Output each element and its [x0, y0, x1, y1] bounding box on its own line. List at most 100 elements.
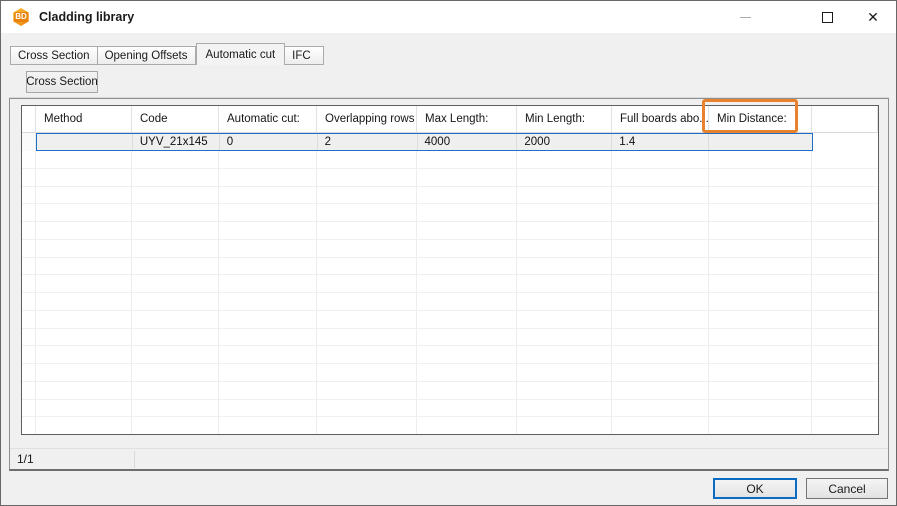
row-indicator[interactable]	[22, 133, 36, 151]
empty-cell	[219, 417, 317, 434]
empty-cell	[36, 204, 132, 221]
ok-button[interactable]: OK	[713, 478, 797, 499]
table-row[interactable]	[22, 275, 878, 293]
table-row[interactable]	[22, 151, 878, 169]
empty-cell	[812, 311, 878, 328]
cell-method[interactable]	[37, 134, 133, 150]
empty-cell	[22, 169, 36, 186]
empty-cell	[317, 382, 417, 399]
empty-cell	[417, 293, 517, 310]
empty-cell	[317, 222, 417, 239]
table-row[interactable]	[22, 382, 878, 400]
cell-full-boards-above[interactable]: 1.4	[612, 134, 709, 150]
selected-row[interactable]: UYV_21x145 0 2 4000 2000 1.4	[36, 133, 813, 151]
empty-cell	[517, 169, 612, 186]
table-row[interactable]	[22, 204, 878, 222]
empty-cell	[317, 346, 417, 363]
tab-ifc[interactable]: IFC	[285, 46, 324, 65]
empty-cell	[709, 311, 812, 328]
empty-cell	[36, 151, 132, 168]
empty-cell	[219, 382, 317, 399]
cell-automatic-cut[interactable]: 0	[220, 134, 318, 150]
empty-cell	[22, 417, 36, 434]
column-header-min-length[interactable]: Min Length:	[517, 106, 612, 133]
cell-code[interactable]: UYV_21x145	[133, 134, 220, 150]
empty-cell	[132, 417, 219, 434]
empty-cell	[812, 222, 878, 239]
empty-cell	[709, 204, 812, 221]
empty-cell	[517, 329, 612, 346]
table-row[interactable]	[22, 346, 878, 364]
table-row[interactable]	[22, 417, 878, 435]
empty-cell	[132, 258, 219, 275]
empty-cell	[317, 311, 417, 328]
table-row[interactable]	[22, 258, 878, 276]
column-header-full-boards-above[interactable]: Full boards abo...	[612, 106, 709, 133]
column-header-min-distance[interactable]: Min Distance:	[709, 106, 812, 133]
empty-cell	[417, 222, 517, 239]
empty-cell	[709, 187, 812, 204]
table-row[interactable]: UYV_21x145 0 2 4000 2000 1.4	[22, 133, 878, 151]
grid-header-row: Method Code Automatic cut: Overlapping r…	[22, 106, 878, 133]
empty-cell	[36, 346, 132, 363]
empty-cell	[517, 222, 612, 239]
empty-cell	[709, 151, 812, 168]
empty-cell	[317, 151, 417, 168]
cell-overlapping-rows[interactable]: 2	[318, 134, 418, 150]
empty-cell	[517, 311, 612, 328]
empty-cell	[417, 311, 517, 328]
column-header-max-length[interactable]: Max Length:	[417, 106, 517, 133]
column-header-filler	[812, 106, 878, 133]
empty-cell	[812, 417, 878, 434]
empty-cell	[517, 204, 612, 221]
empty-cell	[612, 382, 709, 399]
empty-cell	[709, 275, 812, 292]
empty-cell	[132, 364, 219, 381]
tab-cross-section[interactable]: Cross Section	[10, 46, 98, 65]
empty-cell	[22, 258, 36, 275]
table-row[interactable]	[22, 293, 878, 311]
empty-cell	[417, 169, 517, 186]
column-header-method[interactable]: Method	[36, 106, 132, 133]
empty-cell	[132, 293, 219, 310]
empty-cell	[709, 382, 812, 399]
column-header-automatic-cut[interactable]: Automatic cut:	[219, 106, 317, 133]
empty-cell	[517, 346, 612, 363]
cell-max-length[interactable]: 4000	[418, 134, 518, 150]
tab-automatic-cut[interactable]: Automatic cut	[196, 43, 286, 65]
empty-cell	[36, 293, 132, 310]
empty-cell	[317, 293, 417, 310]
empty-cell	[317, 275, 417, 292]
empty-cell	[22, 364, 36, 381]
empty-cell	[612, 346, 709, 363]
cell-min-length[interactable]: 2000	[517, 134, 612, 150]
table-row[interactable]	[22, 187, 878, 205]
cross-section-button[interactable]: Cross Section	[26, 71, 98, 93]
cell-min-distance[interactable]	[709, 134, 812, 150]
tab-opening-offsets[interactable]: Opening Offsets	[98, 46, 196, 65]
table-row[interactable]	[22, 169, 878, 187]
close-button[interactable]: ✕	[850, 1, 896, 33]
empty-cell	[517, 293, 612, 310]
empty-cell	[36, 222, 132, 239]
empty-cell	[812, 151, 878, 168]
table-row[interactable]	[22, 311, 878, 329]
cancel-button[interactable]: Cancel	[806, 478, 888, 499]
empty-cell	[417, 382, 517, 399]
empty-cell	[612, 258, 709, 275]
empty-cell	[812, 240, 878, 257]
empty-cell	[612, 293, 709, 310]
table-row[interactable]	[22, 329, 878, 347]
table-row[interactable]	[22, 240, 878, 258]
empty-cell	[36, 169, 132, 186]
minimize-button[interactable]	[722, 1, 768, 33]
table-row[interactable]	[22, 222, 878, 240]
maximize-button[interactable]	[804, 1, 850, 33]
empty-cell	[612, 275, 709, 292]
empty-cell	[36, 240, 132, 257]
column-header-code[interactable]: Code	[132, 106, 219, 133]
table-row[interactable]	[22, 400, 878, 418]
table-row[interactable]	[22, 364, 878, 382]
column-header-overlapping-rows[interactable]: Overlapping rows	[317, 106, 417, 133]
empty-cell	[22, 240, 36, 257]
